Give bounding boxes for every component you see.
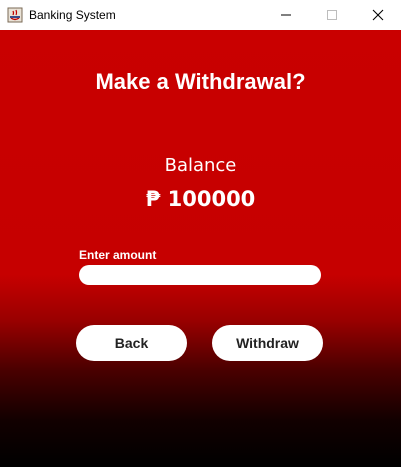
balance-label: Balance bbox=[164, 155, 237, 176]
title-bar: Banking System bbox=[0, 0, 401, 30]
withdraw-button[interactable]: Withdraw bbox=[212, 325, 323, 361]
amount-input[interactable] bbox=[79, 265, 321, 285]
app-window: Banking System Make a Withdrawal? Balanc… bbox=[0, 0, 401, 467]
balance-value: ₱ 100000 bbox=[145, 187, 256, 211]
withdraw-panel: Make a Withdrawal? Balance ₱ 100000 Ente… bbox=[0, 30, 401, 467]
java-app-icon bbox=[7, 7, 23, 23]
amount-label: Enter amount bbox=[79, 248, 157, 262]
back-button[interactable]: Back bbox=[76, 325, 187, 361]
minimize-icon bbox=[281, 14, 291, 16]
close-icon bbox=[372, 9, 384, 21]
maximize-icon bbox=[327, 10, 337, 20]
window-title: Banking System bbox=[29, 8, 116, 22]
maximize-button[interactable] bbox=[309, 0, 355, 30]
close-button[interactable] bbox=[355, 0, 401, 30]
minimize-button[interactable] bbox=[263, 0, 309, 30]
page-title: Make a Withdrawal? bbox=[95, 69, 306, 94]
